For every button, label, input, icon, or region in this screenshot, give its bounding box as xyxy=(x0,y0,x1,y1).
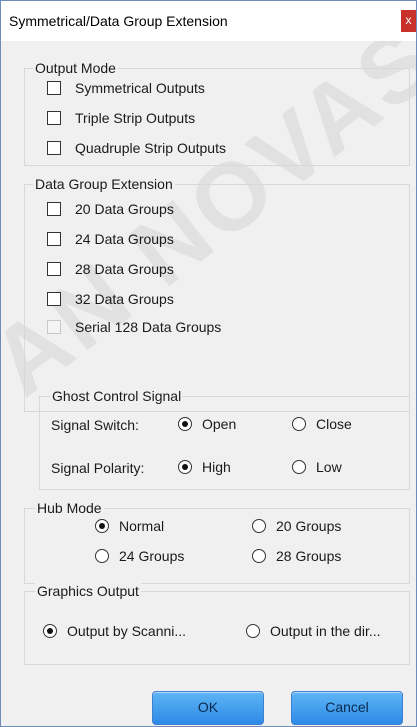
radio-label: Open xyxy=(202,416,237,432)
triple-strip-outputs-checkbox[interactable]: Triple Strip Outputs xyxy=(47,108,195,128)
signal-polarity-low-radio[interactable]: Low xyxy=(292,457,342,477)
checkbox-label: Serial 128 Data Groups xyxy=(75,319,222,335)
radio-label: Normal xyxy=(119,518,165,534)
32-data-groups-checkbox[interactable]: 32 Data Groups xyxy=(47,289,174,309)
ok-button[interactable]: OK xyxy=(152,691,264,725)
dialog-body: AN NOVASTAR Output Mode Symmetrical Outp… xyxy=(1,41,416,726)
cancel-button[interactable]: Cancel xyxy=(291,691,403,725)
symmetrical-outputs-checkbox[interactable]: Symmetrical Outputs xyxy=(47,78,205,98)
signal-polarity-label: Signal Polarity: xyxy=(51,460,145,476)
close-button[interactable]: x xyxy=(401,10,416,32)
radio-button[interactable] xyxy=(43,624,57,638)
output-by-scanning-radio[interactable]: Output by Scanni... xyxy=(43,621,186,641)
24-data-groups-checkbox[interactable]: 24 Data Groups xyxy=(47,229,174,249)
radio-label: Output in the dir... xyxy=(270,623,381,639)
hub-mode-24-groups-radio[interactable]: 24 Groups xyxy=(95,546,184,566)
signal-switch-close-radio[interactable]: Close xyxy=(292,414,352,434)
checkbox-label: 24 Data Groups xyxy=(75,231,174,247)
radio-label: 24 Groups xyxy=(119,548,185,564)
signal-polarity-high-radio[interactable]: High xyxy=(178,457,231,477)
output-in-direction-radio[interactable]: Output in the dir... xyxy=(246,621,381,641)
checkbox-label: 28 Data Groups xyxy=(75,261,174,277)
hub-mode-normal-radio[interactable]: Normal xyxy=(95,516,164,536)
radio-button[interactable] xyxy=(178,417,192,431)
output-mode-legend: Output Mode xyxy=(33,60,118,76)
checkbox-box[interactable] xyxy=(47,262,61,276)
signal-switch-label: Signal Switch: xyxy=(51,417,139,433)
radio-label: 28 Groups xyxy=(276,548,342,564)
window-title: Symmetrical/Data Group Extension xyxy=(9,13,228,29)
checkbox-label: Triple Strip Outputs xyxy=(75,110,196,126)
checkbox-label: Symmetrical Outputs xyxy=(75,80,205,96)
radio-button[interactable] xyxy=(292,417,306,431)
serial-128-data-groups-checkbox: Serial 128 Data Groups xyxy=(47,317,221,337)
20-data-groups-checkbox[interactable]: 20 Data Groups xyxy=(47,199,174,219)
checkbox-box[interactable] xyxy=(47,292,61,306)
radio-label: 20 Groups xyxy=(276,518,342,534)
checkbox-label: 32 Data Groups xyxy=(75,291,174,307)
title-bar[interactable]: Symmetrical/Data Group Extension x xyxy=(1,1,416,41)
hub-mode-group: Hub Mode xyxy=(24,500,410,584)
hub-mode-legend: Hub Mode xyxy=(35,500,104,516)
checkbox-box[interactable] xyxy=(47,202,61,216)
checkbox-label: Quadruple Strip Outputs xyxy=(75,140,226,156)
checkbox-box xyxy=(47,320,61,334)
radio-button[interactable] xyxy=(246,624,260,638)
28-data-groups-checkbox[interactable]: 28 Data Groups xyxy=(47,259,174,279)
checkbox-box[interactable] xyxy=(47,81,61,95)
hub-mode-20-groups-radio[interactable]: 20 Groups xyxy=(252,516,341,536)
quadruple-strip-outputs-checkbox[interactable]: Quadruple Strip Outputs xyxy=(47,138,226,158)
checkbox-box[interactable] xyxy=(47,232,61,246)
ghost-control-signal-legend: Ghost Control Signal xyxy=(50,388,184,404)
graphics-output-legend: Graphics Output xyxy=(35,583,141,599)
radio-button[interactable] xyxy=(95,519,109,533)
checkbox-label: 20 Data Groups xyxy=(75,201,174,217)
radio-button[interactable] xyxy=(178,460,192,474)
radio-label: High xyxy=(202,459,231,475)
data-group-extension-legend: Data Group Extension xyxy=(33,176,175,192)
signal-switch-open-radio[interactable]: Open xyxy=(178,414,236,434)
checkbox-box[interactable] xyxy=(47,111,61,125)
radio-button[interactable] xyxy=(252,549,266,563)
checkbox-box[interactable] xyxy=(47,141,61,155)
radio-button[interactable] xyxy=(95,549,109,563)
hub-mode-28-groups-radio[interactable]: 28 Groups xyxy=(252,546,341,566)
radio-label: Low xyxy=(316,459,342,475)
radio-label: Output by Scanni... xyxy=(67,623,187,639)
radio-button[interactable] xyxy=(292,460,306,474)
dialog-window: Symmetrical/Data Group Extension x AN NO… xyxy=(0,0,417,727)
radio-button[interactable] xyxy=(252,519,266,533)
radio-label: Close xyxy=(316,416,352,432)
